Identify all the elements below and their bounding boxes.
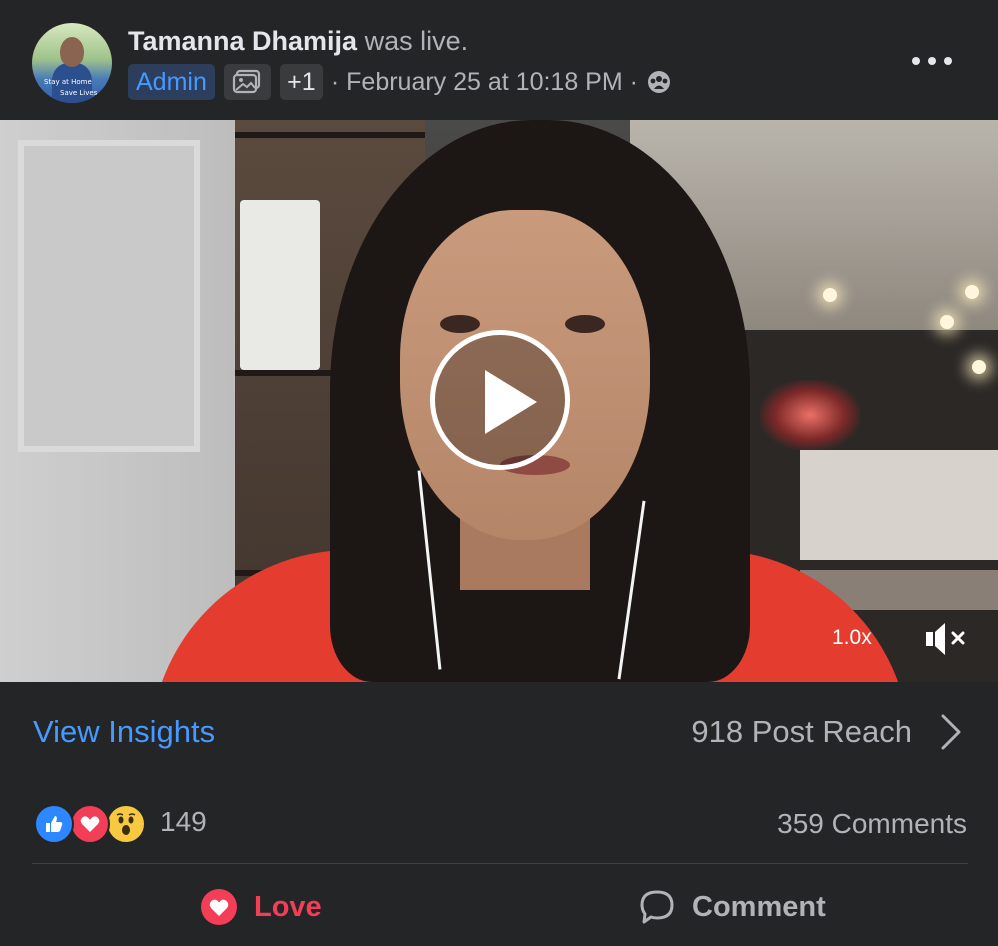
author-avatar[interactable]: Stay at Home Save Lives — [32, 23, 112, 103]
video-scene-panel — [18, 140, 200, 452]
muted-speaker-icon[interactable] — [924, 619, 968, 659]
reaction-icons[interactable] — [34, 804, 146, 844]
play-triangle — [485, 370, 537, 434]
video-scene-light — [823, 288, 837, 302]
love-button[interactable]: Love — [200, 884, 322, 930]
shared-image-chip[interactable] — [223, 64, 271, 100]
comment-icon — [640, 890, 674, 924]
photo-icon — [233, 69, 261, 94]
reaction-count[interactable]: 149 — [160, 806, 207, 838]
author-name[interactable]: Tamanna Dhamija — [128, 26, 357, 56]
comment-button-label: Comment — [692, 890, 826, 923]
post-reach-label[interactable]: 918 Post Reach — [691, 714, 912, 750]
like-icon — [34, 804, 74, 844]
dot — [912, 57, 920, 65]
post-action-text: was live. — [364, 26, 469, 56]
chevron-right-icon[interactable] — [938, 712, 964, 752]
video-scene-counter — [800, 450, 998, 560]
comments-count[interactable]: 359 Comments — [777, 808, 967, 840]
wow-icon — [106, 804, 146, 844]
post-header: Stay at Home Save Lives Tamanna Dhamija … — [0, 0, 998, 120]
shelf-bar — [235, 132, 425, 138]
love-icon — [70, 804, 110, 844]
love-button-label: Love — [254, 890, 322, 923]
video-scene-light — [940, 315, 954, 329]
view-insights-link[interactable]: View Insights — [33, 714, 215, 750]
video-scene-neon-sign — [760, 380, 860, 450]
more-dots-icon[interactable] — [912, 50, 952, 72]
avatar-face — [60, 37, 84, 67]
reactions-summary: 149 359 Comments — [0, 782, 998, 864]
comment-button[interactable]: Comment — [638, 884, 826, 930]
video-person-eye — [565, 315, 605, 333]
action-bar: Love Comment — [0, 864, 998, 946]
post-title-line: Tamanna Dhamija was live. — [128, 26, 468, 57]
dot — [928, 57, 936, 65]
live-video-player[interactable]: 1.0x — [0, 120, 998, 682]
love-icon — [201, 889, 237, 925]
post-timestamp[interactable]: · February 25 at 10:18 PM · — [331, 68, 638, 97]
play-icon[interactable] — [430, 330, 570, 470]
video-scene-light — [972, 360, 986, 374]
video-scene-light — [965, 285, 979, 299]
avatar-frame-text: Stay at Home — [44, 78, 92, 86]
community-icon[interactable] — [646, 69, 672, 95]
playback-speed-button[interactable]: 1.0x — [832, 626, 872, 650]
video-person-eye — [440, 315, 480, 333]
insights-row: View Insights 918 Post Reach — [0, 682, 998, 782]
post-meta: Admin +1 · February 25 at 10:18 PM · — [128, 63, 672, 101]
additional-count-chip[interactable]: +1 — [279, 64, 323, 100]
admin-badge[interactable]: Admin — [128, 64, 215, 100]
video-scene-bag — [240, 200, 320, 370]
dot — [944, 57, 952, 65]
avatar-frame-text-2: Save Lives — [60, 89, 98, 97]
